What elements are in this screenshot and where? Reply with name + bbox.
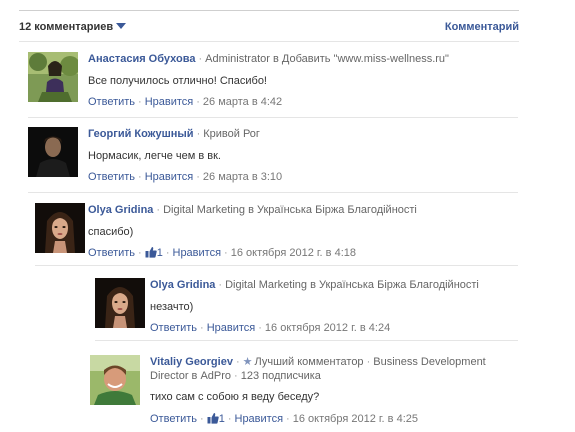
comment: Анастасия Обухова · Administrator в Добави… [28, 52, 518, 118]
reply-link[interactable]: Ответить [150, 322, 197, 334]
comment-reply: Olya Gridina · Digital Marketing в Українс… [95, 278, 518, 341]
comment-timestamp[interactable]: 26 марта в 3:10 [203, 171, 282, 183]
like-link[interactable]: Нравится [145, 96, 194, 108]
comment-author[interactable]: Olya Gridina [88, 204, 153, 216]
avatar-photo-icon [90, 355, 140, 405]
comment-text: спасибо) [88, 226, 134, 238]
comment: Olya Gridina · Digital Marketing в Українс… [35, 203, 518, 266]
comment-text: незачто) [150, 301, 194, 313]
comment-text: Все получилось отлично! Спасибо! [88, 75, 267, 87]
like-count[interactable]: 1 [207, 413, 225, 425]
comment-timestamp[interactable]: 26 марта в 4:42 [203, 96, 282, 108]
subscriber-count[interactable]: 123 подписчика [241, 370, 321, 382]
star-icon: ★ [242, 356, 253, 368]
author-meta: Кривой Рог [203, 128, 260, 140]
comment-text: тихо сам с собою я веду беседу? [150, 391, 320, 403]
like-link[interactable]: Нравится [173, 247, 222, 259]
avatar-photo-icon [35, 203, 85, 253]
comment-author[interactable]: Vitaliy Georgiev [150, 356, 233, 368]
chevron-down-icon [116, 23, 127, 29]
comment-timestamp[interactable]: 16 октября 2012 г. в 4:25 [293, 413, 418, 425]
avatar[interactable] [28, 127, 78, 177]
author-meta: Digital Marketing в Українська Біржа Бла… [225, 279, 479, 291]
reply-link[interactable]: Ответить [88, 171, 135, 183]
thumbs-up-icon [145, 247, 157, 258]
avatar[interactable] [95, 278, 145, 328]
comment-author[interactable]: Георгий Кожушный [88, 128, 194, 140]
thumbs-up-icon [207, 413, 219, 424]
avatar[interactable] [90, 355, 140, 405]
comment-body: Olya Gridina · Digital Marketing в Українс… [150, 278, 518, 335]
comment: Георгий Кожушный · Кривой Рог Нормасик, ле… [28, 127, 518, 193]
author-badge: Лучший комментатор [254, 356, 364, 368]
comment-body: Olya Gridina · Digital Marketing в Українс… [88, 203, 518, 260]
comments-header: 12 комментариев Комментарий [19, 10, 519, 42]
like-count-value: 1 [156, 247, 163, 259]
comment-count-label: 12 комментариев [19, 21, 114, 33]
comment-count-dropdown[interactable]: 12 комментариев [19, 21, 127, 33]
comment-author[interactable]: Olya Gridina [150, 279, 215, 291]
comment-text: Нормасик, легче чем в вк. [88, 150, 221, 162]
comment-timestamp[interactable]: 16 октября 2012 г. в 4:24 [265, 322, 390, 334]
author-meta: Business Development [373, 356, 486, 368]
like-link[interactable]: Нравится [145, 171, 194, 183]
like-count-value: 1 [218, 413, 225, 425]
avatar[interactable] [35, 203, 85, 253]
reply-link[interactable]: Ответить [88, 96, 135, 108]
comment-timestamp[interactable]: 16 октября 2012 г. в 4:18 [231, 247, 356, 259]
avatar[interactable] [28, 52, 78, 102]
like-link[interactable]: Нравится [207, 322, 256, 334]
like-link[interactable]: Нравится [235, 413, 284, 425]
author-meta-continued: Director в AdPro [150, 370, 232, 382]
avatar-photo-icon [95, 278, 145, 328]
reply-link[interactable]: Ответить [88, 247, 135, 259]
comment-author[interactable]: Анастасия Обухова [88, 53, 195, 65]
comment-body: Vitaliy Georgiev · ★ Лучший комментатор · Bus… [150, 355, 518, 426]
comment-reply: Vitaliy Georgiev · ★ Лучший комментатор · Bus… [90, 355, 518, 432]
author-meta: Digital Marketing в Українська Біржа Бла… [163, 204, 417, 216]
author-meta: Administrator в Добавить "www.miss-welln… [205, 53, 449, 65]
comment-body: Анастасия Обухова · Administrator в Добави… [88, 52, 518, 109]
avatar-photo-icon [28, 52, 78, 102]
avatar-photo-icon [28, 127, 78, 177]
like-count[interactable]: 1 [145, 247, 163, 259]
sort-comments-link[interactable]: Комментарий [445, 21, 519, 33]
comment-body: Георгий Кожушный · Кривой Рог Нормасик, ле… [88, 127, 518, 184]
reply-link[interactable]: Ответить [150, 413, 197, 425]
